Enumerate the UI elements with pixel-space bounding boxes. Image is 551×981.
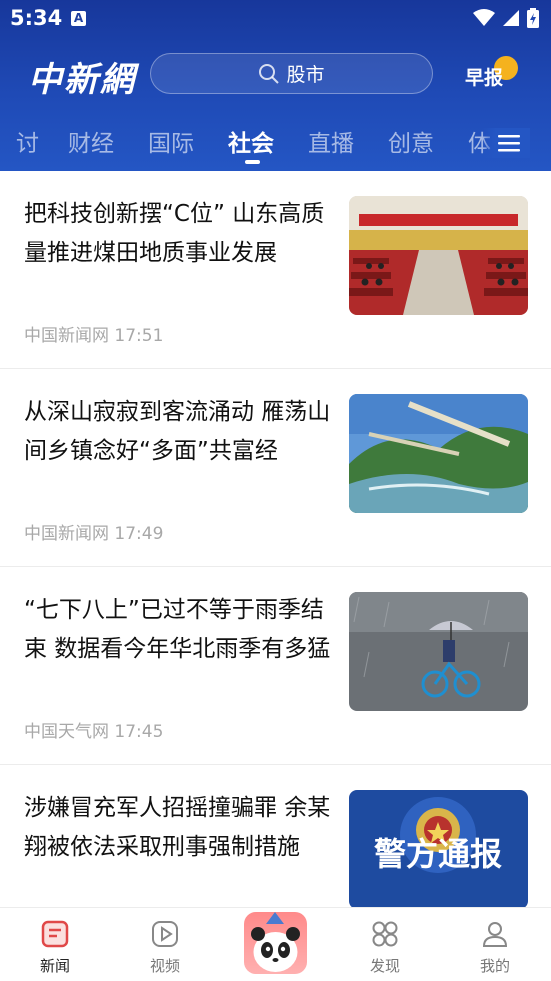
- news-source: 中国天气网: [24, 722, 109, 742]
- police-notice-image: 警方通报: [349, 790, 528, 907]
- news-title[interactable]: 把科技创新摆“C位” 山东高质量推进煤田地质事业发展: [24, 195, 334, 273]
- app-logo: 中新網: [28, 60, 136, 100]
- mountain-river-image: [349, 394, 528, 513]
- tab-society[interactable]: 社会: [228, 124, 274, 158]
- tab-profile-label: 我的: [479, 957, 510, 975]
- active-tab-indicator: [245, 160, 260, 164]
- news-meta: 中国新闻网 17:49: [24, 519, 163, 544]
- conference-hall-image: [349, 196, 528, 315]
- panda-icon: [251, 912, 300, 972]
- search-bar[interactable]: 股市: [150, 53, 433, 94]
- discover-icon: [372, 921, 398, 947]
- tabs-menu-button[interactable]: [482, 128, 530, 158]
- tab-international[interactable]: 国际: [148, 124, 194, 158]
- news-thumbnail[interactable]: 警方通报: [349, 790, 528, 907]
- bottom-tab-bar: 新闻 视频 发现 我的: [0, 907, 551, 981]
- tab-discover[interactable]: 发现: [350, 920, 420, 976]
- news-title[interactable]: “七下八上”已过不等于雨季结束 数据看今年华北雨季有多猛: [24, 591, 334, 669]
- news-time: 17:51: [114, 326, 164, 346]
- news-feed: 把科技创新摆“C位” 山东高质量推进煤田地质事业发展 中国新闻网 17:51 从…: [0, 171, 551, 907]
- news-source: 中国新闻网: [24, 524, 109, 544]
- news-item[interactable]: “七下八上”已过不等于雨季结束 数据看今年华北雨季有多猛 中国天气网 17:45: [0, 567, 551, 765]
- status-bar: 5:34 A: [0, 0, 551, 38]
- news-icon: [41, 920, 69, 948]
- tab-news[interactable]: 新闻: [20, 920, 90, 976]
- profile-icon: [482, 922, 508, 947]
- tab-profile[interactable]: 我的: [460, 920, 530, 976]
- notification-icon: A: [71, 11, 86, 26]
- tab-creative[interactable]: 创意: [388, 124, 434, 158]
- news-time: 17:45: [114, 722, 164, 742]
- news-source: 中国新闻网: [24, 326, 109, 346]
- news-item[interactable]: 从深山寂寂到客流涌动 雁荡山间乡镇念好“多面”共富经 中国新闻网 17:49: [0, 369, 551, 567]
- news-item[interactable]: 把科技创新摆“C位” 山东高质量推进煤田地质事业发展 中国新闻网 17:51: [0, 171, 551, 369]
- police-notice-text: 警方通报: [374, 835, 502, 873]
- category-tabs: 讨 财经 国际 社会 直播 创意 体: [0, 120, 551, 164]
- tab-video-label: 视频: [149, 957, 180, 975]
- tab-discover-label: 发现: [369, 957, 400, 975]
- search-placeholder: 股市: [286, 64, 325, 86]
- news-time: 17:49: [114, 524, 164, 544]
- app-header: 5:34 A 中新網 股市 早报 讨 财经 国际 社会 直播 创意 体: [0, 0, 551, 171]
- panda-center-button[interactable]: [244, 912, 307, 974]
- video-icon: [152, 921, 178, 947]
- tab-partial-left[interactable]: 讨: [16, 124, 39, 158]
- menu-icon: [498, 135, 520, 152]
- signal-icon: [503, 10, 519, 26]
- tab-live[interactable]: 直播: [308, 124, 354, 158]
- news-thumbnail[interactable]: [349, 196, 528, 315]
- news-meta: 中国天气网 17:45: [24, 717, 163, 742]
- tab-news-label: 新闻: [39, 957, 70, 975]
- rain-cyclist-image: [349, 592, 528, 711]
- search-icon: [259, 63, 280, 84]
- news-title[interactable]: 涉嫌冒充军人招摇撞骗罪 余某翔被依法采取刑事强制措施: [24, 789, 334, 867]
- battery-icon: [527, 8, 539, 28]
- news-title[interactable]: 从深山寂寂到客流涌动 雁荡山间乡镇念好“多面”共富经: [24, 393, 334, 471]
- news-item[interactable]: 涉嫌冒充军人招摇撞骗罪 余某翔被依法采取刑事强制措施 警方通报: [0, 765, 551, 907]
- tab-video[interactable]: 视频: [130, 920, 200, 976]
- status-time: 5:34: [10, 6, 63, 30]
- news-thumbnail[interactable]: [349, 394, 528, 513]
- morning-report-button[interactable]: 早报: [465, 63, 503, 90]
- news-meta: 中国新闻网 17:51: [24, 321, 163, 346]
- wifi-icon: [473, 9, 495, 26]
- status-icons: [473, 8, 539, 28]
- tab-finance[interactable]: 财经: [68, 124, 114, 158]
- news-thumbnail[interactable]: [349, 592, 528, 711]
